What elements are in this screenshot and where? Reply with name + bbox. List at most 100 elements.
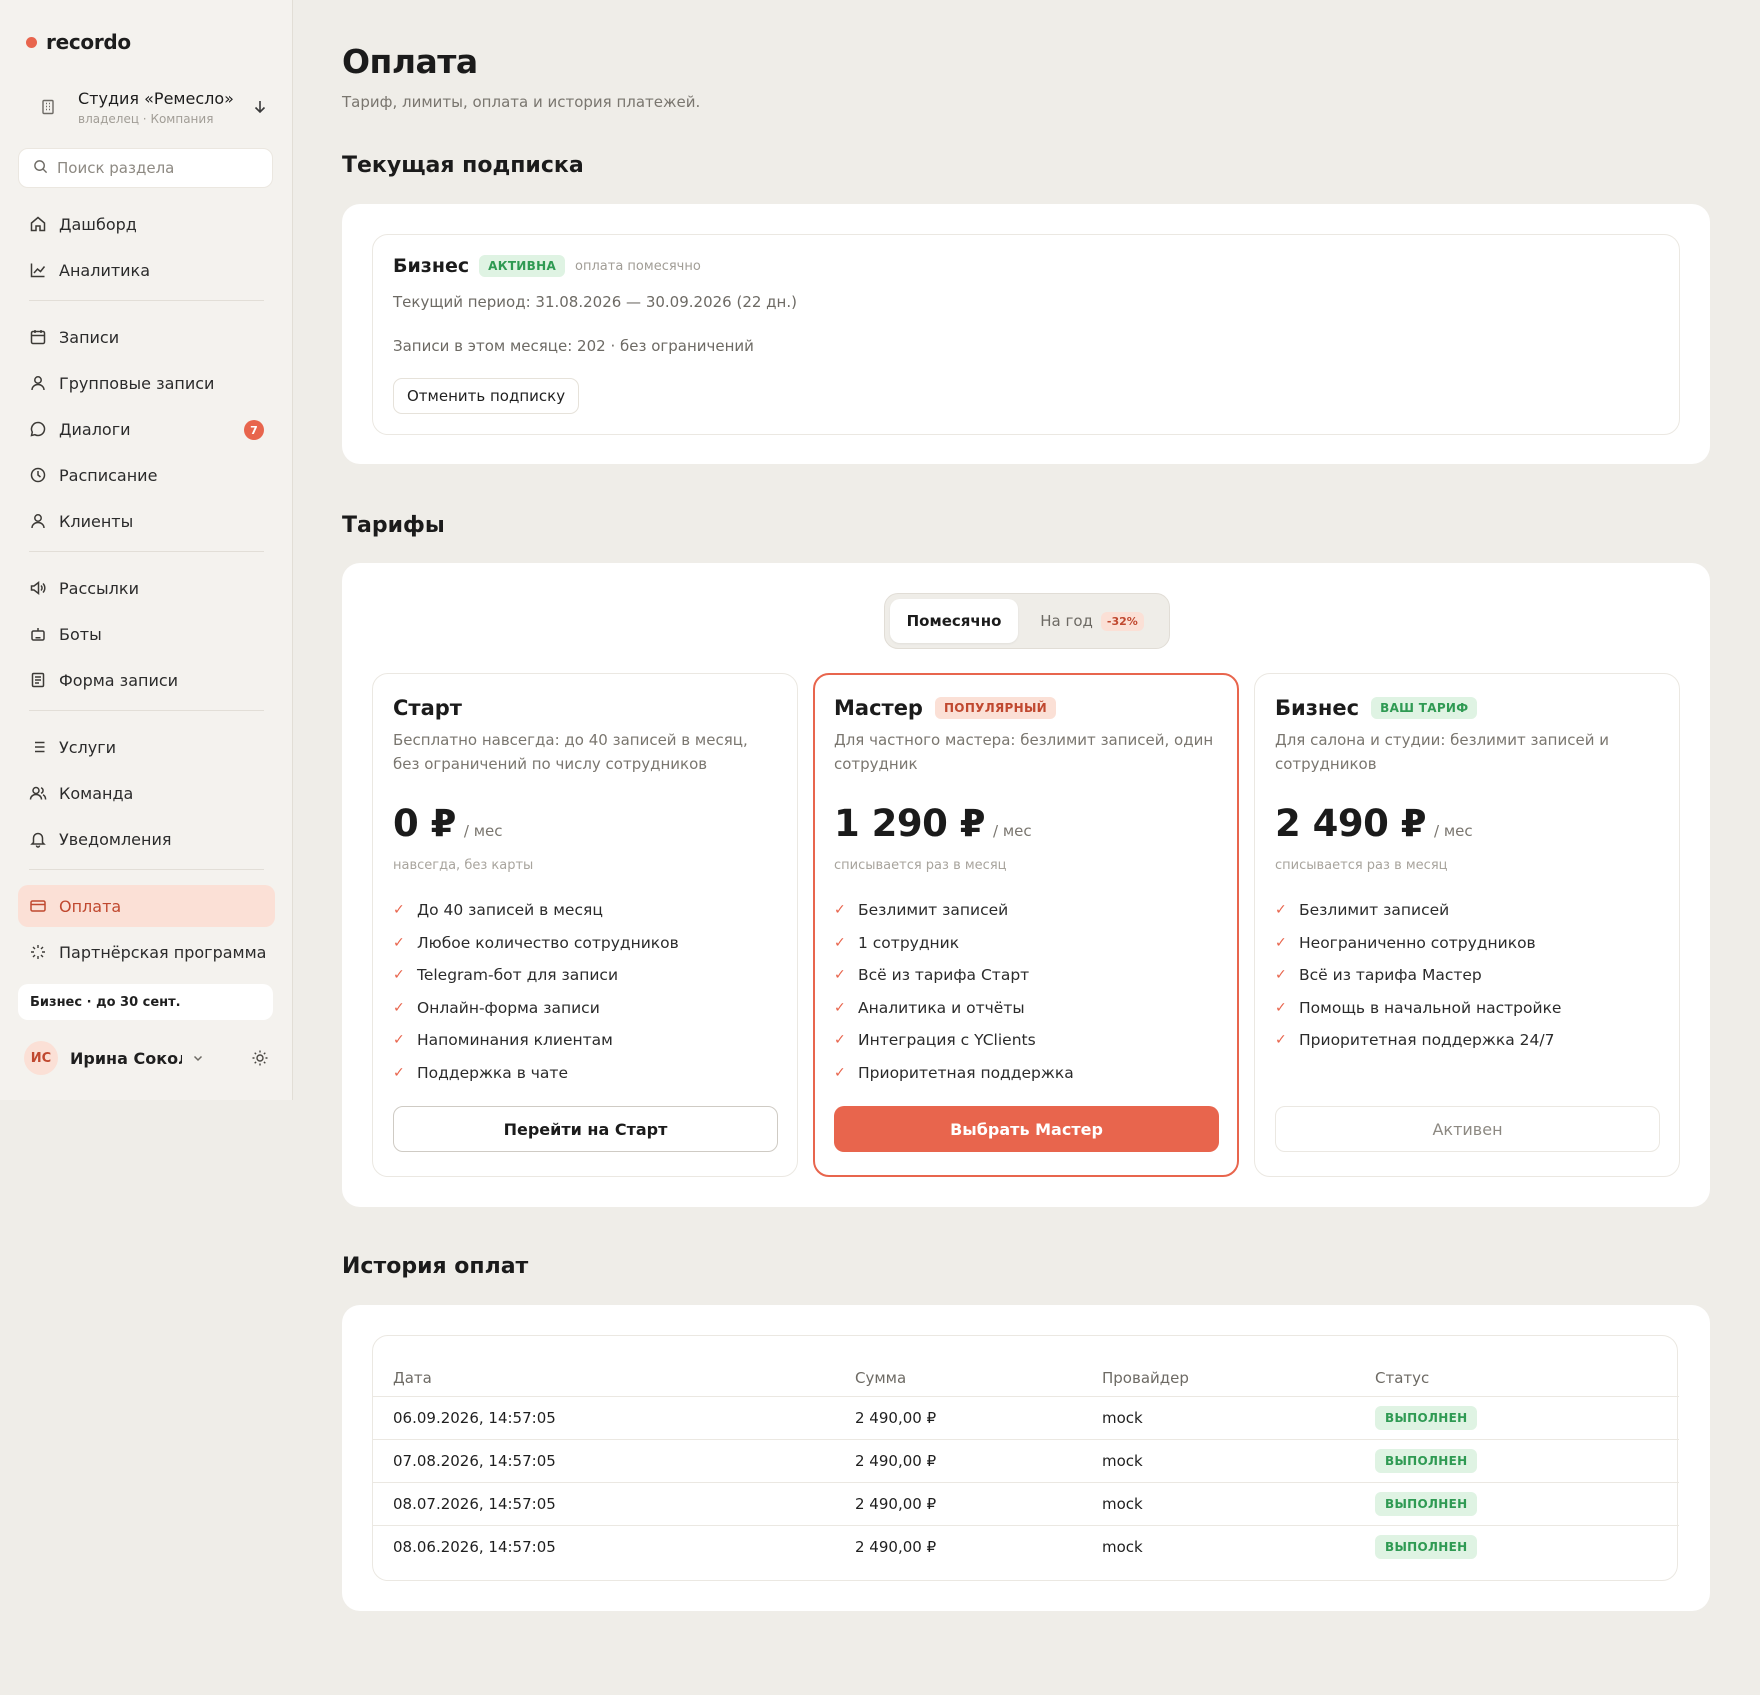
- feature-item: ✓ 1 сотрудник: [834, 927, 1074, 960]
- chevron-down-icon[interactable]: [192, 1052, 204, 1064]
- nav-divider: [29, 710, 264, 711]
- nav-item-records[interactable]: Записи: [18, 316, 275, 358]
- status-badge: ВЫПОЛНЕН: [1375, 1449, 1478, 1473]
- nav-item-partner-program[interactable]: Партнёрская программа: [18, 931, 275, 973]
- feature-item: ✓ Аналитика и отчёты: [834, 992, 1074, 1025]
- page-title: Оплата: [342, 42, 478, 81]
- price-period: / мес: [463, 822, 503, 840]
- current-period: Текущий период: 31.08.2026 — 30.09.2026 …: [393, 293, 797, 311]
- building-icon: [30, 99, 66, 115]
- arrow-down-icon[interactable]: [250, 99, 270, 115]
- row-date: 08.07.2026, 14:57:05: [393, 1495, 556, 1513]
- chat-icon: [29, 420, 47, 438]
- nav-item-dialogs[interactable]: Диалоги 7: [18, 408, 275, 450]
- logo[interactable]: recordo: [26, 30, 131, 54]
- check-icon: ✓: [834, 934, 846, 951]
- status-badge: ВЫПОЛНЕН: [1375, 1406, 1478, 1430]
- feature-item: ✓ Telegram-бот для записи: [393, 959, 679, 992]
- page-subtitle: Тариф, лимиты, оплата и история платежей…: [342, 93, 701, 111]
- feature-list: ✓ Безлимит записей ✓ 1 сотрудник ✓ Всё из т…: [834, 894, 1074, 1089]
- feature-text: Онлайн-форма записи: [417, 998, 600, 1017]
- megaphone-icon: [29, 579, 47, 597]
- nav-label: Аналитика: [59, 260, 151, 280]
- nav-item-payment[interactable]: Оплата: [18, 885, 275, 927]
- nav-label: Оплата: [59, 896, 122, 916]
- table-row: 07.08.2026, 14:57:05 2 490,00 ₽ mock ВЫП…: [373, 1439, 1679, 1482]
- search-input[interactable]: [57, 159, 257, 177]
- nav-label: Расписание: [59, 465, 158, 485]
- feature-text: Всё из тарифа Мастер: [1299, 966, 1482, 985]
- unread-badge: 7: [244, 420, 264, 440]
- nav-label: Дашборд: [59, 214, 137, 234]
- table-header: Дата Сумма Провайдер Статус: [373, 1356, 1679, 1399]
- payment-history-panel: Дата Сумма Провайдер Статус 06.09.2026, …: [342, 1305, 1710, 1611]
- nav-label: Услуги: [59, 737, 117, 757]
- logo-text: recordo: [46, 30, 131, 54]
- nav-label: Форма записи: [59, 670, 179, 690]
- price-note: навсегда, без карты: [393, 858, 534, 873]
- switch-to-start-button[interactable]: Перейти на Старт: [393, 1106, 778, 1152]
- feature-item: ✓ Приоритетная поддержка 24/7: [1275, 1024, 1561, 1057]
- nav-label: Рассылки: [59, 578, 139, 598]
- user-name: Ирина Сокол...: [70, 1048, 182, 1068]
- nav-item-mailings[interactable]: Рассылки: [18, 567, 275, 609]
- nav-item-services[interactable]: Услуги: [18, 726, 275, 768]
- status-badge: ВЫПОЛНЕН: [1375, 1492, 1478, 1516]
- feature-text: Безлимит записей: [1299, 901, 1450, 920]
- clock-icon: [29, 466, 47, 484]
- form-icon: [29, 671, 47, 689]
- current-subscription-title: Текущая подписка: [342, 153, 584, 178]
- workspace-switcher[interactable]: Студия «Ремесло» владелец · Компания: [30, 82, 270, 132]
- nav-label: Уведомления: [59, 829, 172, 849]
- status-badge: АКТИВНА: [479, 255, 566, 277]
- cancel-subscription-button[interactable]: Отменить подписку: [393, 378, 580, 414]
- feature-text: Поддержка в чате: [417, 1063, 568, 1082]
- toggle-monthly[interactable]: Помесячно: [890, 599, 1018, 643]
- nav-label: Диалоги: [59, 419, 131, 439]
- nav-item-schedule[interactable]: Расписание: [18, 454, 275, 496]
- nav-label: Клиенты: [59, 511, 134, 531]
- plan-chip[interactable]: Бизнес · до 30 сент.: [18, 984, 273, 1020]
- nav-item-booking-form[interactable]: Форма записи: [18, 659, 275, 701]
- feature-text: Безлимит записей: [858, 901, 1009, 920]
- toggle-yearly[interactable]: На год -32%: [1022, 599, 1162, 643]
- price-period: / мес: [993, 822, 1032, 840]
- row-date: 07.08.2026, 14:57:05: [393, 1452, 556, 1470]
- nav-item-notifications[interactable]: Уведомления: [18, 818, 275, 860]
- feature-item: ✓ До 40 записей в месяц: [393, 894, 679, 927]
- current-subscription-panel: Бизнес АКТИВНА оплата помесячно Текущий …: [342, 204, 1710, 464]
- feature-text: Telegram-бот для записи: [417, 966, 619, 985]
- feature-text: Неограниченно сотрудников: [1299, 933, 1536, 952]
- nav-item-bots[interactable]: Боты: [18, 613, 275, 655]
- sidebar-nav: Дашборд Аналитика Записи Групповые запис…: [18, 203, 275, 977]
- section-search[interactable]: [18, 148, 273, 188]
- row-date: 06.09.2026, 14:57:05: [393, 1409, 556, 1427]
- bell-icon: [29, 830, 47, 848]
- nav-label: Боты: [59, 624, 102, 644]
- feature-text: 1 сотрудник: [858, 933, 960, 952]
- price-period: / мес: [1434, 822, 1473, 840]
- check-icon: ✓: [393, 967, 405, 984]
- search-icon: [33, 159, 48, 178]
- user-menu[interactable]: ИС Ирина Сокол...: [24, 1040, 269, 1076]
- nav-item-clients[interactable]: Клиенты: [18, 500, 275, 542]
- sun-icon[interactable]: [251, 1049, 269, 1067]
- nav-item-team[interactable]: Команда: [18, 772, 275, 814]
- feature-item: ✓ Напоминания клиентам: [393, 1024, 679, 1057]
- nav-item-group-records[interactable]: Групповые записи: [18, 362, 275, 404]
- choose-master-button[interactable]: Выбрать Мастер: [834, 1106, 1219, 1152]
- check-icon: ✓: [834, 1064, 846, 1081]
- active-plan-button[interactable]: Активен: [1275, 1106, 1660, 1152]
- column-status: Статус: [1375, 1368, 1430, 1387]
- nav-item-analytics[interactable]: Аналитика: [18, 249, 275, 291]
- check-icon: ✓: [834, 902, 846, 919]
- row-provider: mock: [1102, 1452, 1143, 1470]
- price-note: списывается раз в месяц: [1275, 858, 1448, 873]
- row-date: 08.06.2026, 14:57:05: [393, 1538, 556, 1556]
- feature-item: ✓ Поддержка в чате: [393, 1057, 679, 1090]
- nav-item-dashboard[interactable]: Дашборд: [18, 203, 275, 245]
- feature-text: Напоминания клиентам: [417, 1031, 613, 1050]
- feature-text: Приоритетная поддержка: [858, 1063, 1074, 1082]
- nav-label: Партнёрская программа: [59, 942, 267, 962]
- row-amount: 2 490,00 ₽: [855, 1452, 937, 1470]
